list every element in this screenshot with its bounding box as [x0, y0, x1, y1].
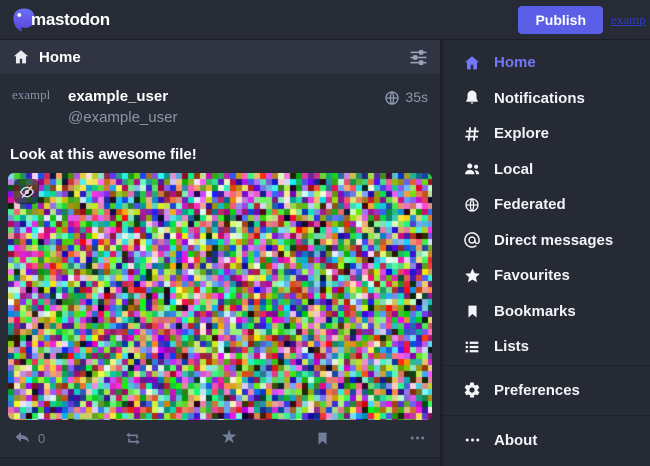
globe-icon [462, 197, 482, 213]
sidebar-item-home[interactable]: Home [443, 45, 650, 81]
sidebar-item-lists[interactable]: Lists [443, 329, 650, 365]
gear-icon [462, 381, 482, 399]
more-options-button[interactable] [408, 429, 427, 447]
sidebar-item-favourites[interactable]: Favourites [443, 258, 650, 294]
sidebar-item-label: Notifications [494, 90, 585, 107]
sidebar-item-direct-messages[interactable]: Direct messages [443, 223, 650, 259]
column-settings-sliders-icon[interactable] [409, 48, 428, 67]
column-title: Home [39, 49, 400, 66]
load-more-button[interactable]: Load more [0, 458, 440, 466]
status-content: Look at this awesome file! [0, 133, 440, 163]
corner-user-link[interactable]: examp [611, 12, 650, 28]
account-handle: @example_user [68, 109, 374, 126]
action-bar: 0 ★ [0, 420, 440, 457]
sidebar-item-federated[interactable]: Federated [443, 187, 650, 223]
sidebar-nav: Home Notifications Explore Local Federated Di… [443, 40, 650, 466]
timeline-column: Home exampl example_user @example_user 3… [0, 40, 443, 466]
bell-icon [462, 89, 482, 107]
sidebar-item-preferences[interactable]: Preferences [443, 366, 650, 415]
home-icon [462, 54, 482, 72]
sidebar-item-local[interactable]: Local [443, 152, 650, 188]
timestamp: 35s [405, 89, 428, 105]
boost-button[interactable] [123, 430, 143, 447]
hide-media-button[interactable] [14, 179, 39, 204]
at-icon [462, 231, 482, 249]
mastodon-logo[interactable]: mastodon [10, 6, 110, 34]
sidebar-item-explore[interactable]: Explore [443, 116, 650, 152]
author-name-link[interactable]: example_user @example_user [68, 87, 374, 133]
bookmark-icon [462, 303, 482, 320]
sidebar-item-label: Direct messages [494, 232, 613, 249]
reply-icon [13, 429, 32, 447]
topbar-right: Publish examp [518, 6, 650, 34]
top-bar: mastodon Publish examp [0, 0, 650, 40]
sidebar-item-bookmarks[interactable]: Bookmarks [443, 294, 650, 330]
ellipsis-icon [408, 429, 427, 447]
list-icon [462, 339, 482, 355]
star-icon [462, 267, 482, 285]
column-header[interactable]: Home [0, 40, 440, 74]
sidebar-item-label: Favourites [494, 267, 570, 284]
timestamp-link[interactable]: 35s [384, 87, 428, 133]
main-layout: Home exampl example_user @example_user 3… [0, 40, 650, 466]
status-header: exampl example_user @example_user 35s [0, 74, 440, 133]
sidebar-item-label: Explore [494, 125, 549, 142]
eye-slash-icon [19, 184, 35, 200]
sidebar-item-label: About [494, 432, 537, 449]
sidebar-item-label: Federated [494, 196, 566, 213]
sidebar-main-items: Home Notifications Explore Local Federated Di… [443, 45, 650, 365]
boost-icon [123, 430, 143, 447]
sidebar-item-about[interactable]: About [443, 416, 650, 465]
bookmark-button[interactable] [315, 430, 330, 447]
sidebar-footer-items: Preferences About [443, 365, 650, 465]
sidebar-item-label: Preferences [494, 382, 580, 399]
media-attachment[interactable] [8, 173, 432, 420]
ellipsis-icon [462, 431, 482, 449]
sidebar-item-label: Bookmarks [494, 303, 576, 320]
star-icon: ★ [221, 429, 238, 447]
home-icon [12, 48, 30, 66]
sidebar-item-notifications[interactable]: Notifications [443, 81, 650, 117]
status: exampl example_user @example_user 35s Lo… [0, 74, 440, 458]
reply-count: 0 [38, 431, 45, 446]
display-name: example_user [68, 88, 374, 105]
avatar[interactable]: exampl [12, 87, 58, 133]
sidebar-item-label: Local [494, 161, 533, 178]
sidebar-item-label: Home [494, 54, 536, 71]
reply-button[interactable]: 0 [13, 429, 45, 447]
favourite-button[interactable]: ★ [221, 429, 238, 447]
sidebar-item-label: Lists [494, 338, 529, 355]
users-icon [462, 160, 482, 178]
globe-icon [384, 90, 400, 106]
attachment-noise-image[interactable] [8, 173, 432, 420]
publish-button[interactable]: Publish [518, 6, 603, 34]
brand-wordmark: mastodon [31, 10, 110, 30]
mastodon-app: mastodon Publish examp Home exampl examp… [0, 0, 650, 466]
hashtag-icon [462, 125, 482, 143]
bookmark-icon [315, 430, 330, 447]
